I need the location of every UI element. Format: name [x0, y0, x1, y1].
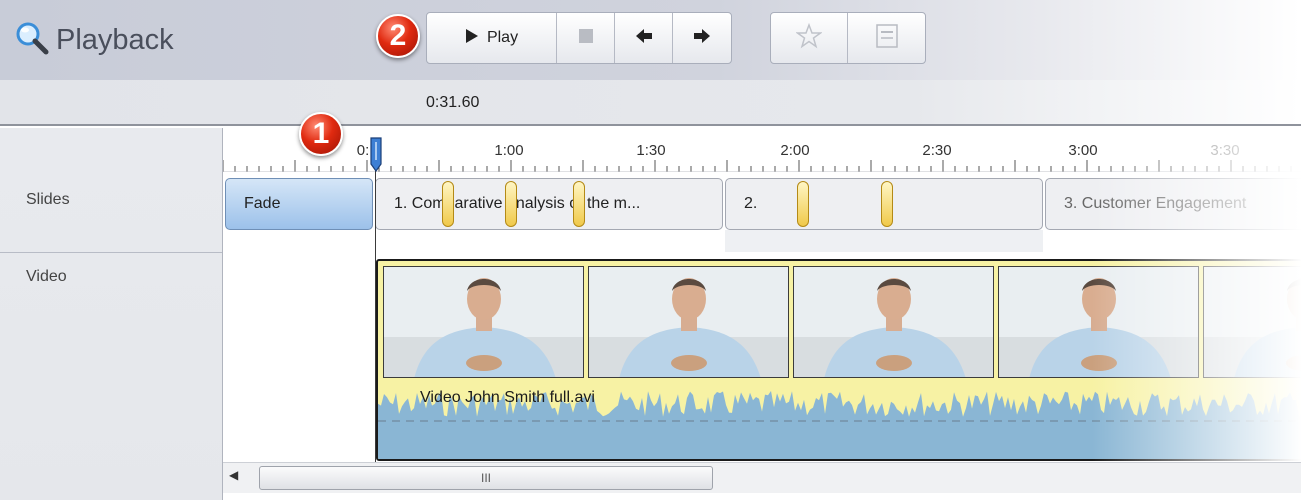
video-thumbnail [1203, 266, 1301, 378]
video-thumbnail [793, 266, 994, 378]
ruler-tick-label: 2:00 [780, 142, 810, 159]
next-button[interactable] [673, 13, 731, 63]
page-title: Playback [56, 23, 174, 56]
ruler-tick-label: 0: [356, 142, 370, 159]
ruler-tick-label: 3:30 [1210, 142, 1240, 159]
slide-clip-fade[interactable]: Fade [225, 178, 373, 230]
track-labels: Slides Video [0, 128, 222, 500]
slide-icon [875, 23, 898, 53]
video-thumbnail [588, 266, 789, 378]
star-icon [795, 22, 823, 54]
video-thumbnail [998, 266, 1199, 378]
magnifier-icon [14, 20, 50, 61]
timecode-bar: 0:31.60 [0, 80, 1301, 126]
slide-clip-3[interactable]: 3. Customer Engagement [1045, 178, 1301, 230]
slide-marker[interactable] [573, 181, 585, 227]
playhead-handle[interactable] [369, 136, 383, 177]
ruler-tick-label: 1:30 [636, 142, 666, 159]
playback-controls: Play [426, 12, 732, 64]
slide-marker[interactable] [505, 181, 517, 227]
timeline-area: Slides Video 0: 1:00 1:30 2:00 2:30 3:00… [0, 128, 1301, 500]
stop-button[interactable] [557, 13, 615, 63]
marker-controls [770, 12, 926, 64]
horizontal-scrollbar[interactable]: ◀ III [223, 462, 1301, 493]
arrow-left-icon [635, 28, 653, 49]
lane-divider [0, 252, 222, 253]
play-button-label: Play [486, 29, 519, 46]
play-icon [465, 28, 479, 49]
slide-marker[interactable] [881, 181, 893, 227]
video-thumbnail [383, 266, 584, 378]
ruler-tick-label: 1:00 [494, 142, 524, 159]
arrow-right-icon [693, 28, 711, 49]
time-ruler[interactable]: 0: 1:00 1:30 2:00 2:30 3:00 3:30 [223, 128, 1301, 172]
timeline[interactable]: 0: 1:00 1:30 2:00 2:30 3:00 3:30 Fade 1.… [222, 128, 1301, 500]
ruler-tick-label: 3:00 [1068, 142, 1098, 159]
track-label-slides: Slides [26, 191, 70, 208]
scroll-left-arrow[interactable]: ◀ [229, 468, 238, 482]
slide-marker[interactable] [797, 181, 809, 227]
playback-header: Playback 2 Play [0, 0, 1301, 80]
stop-icon [578, 28, 594, 49]
current-time: 0:31.60 [426, 94, 480, 111]
slide-view-button[interactable] [848, 13, 925, 63]
ruler-tick-label: 2:30 [922, 142, 952, 159]
scrollbar-thumb[interactable]: III [259, 466, 713, 490]
previous-button[interactable] [615, 13, 673, 63]
slide-marker[interactable] [442, 181, 454, 227]
slide-clip-1[interactable]: 1. Comparative analysis of the m... [375, 178, 723, 230]
video-clip-name: Video John Smith full.avi [420, 389, 595, 406]
track-label-video: Video [26, 268, 67, 285]
playback-title: Playback [14, 20, 174, 60]
ruler-ticks [223, 160, 1301, 172]
scrollbar-grip: III [480, 471, 491, 485]
favorite-button[interactable] [771, 13, 848, 63]
step-badge-1: 1 [299, 112, 343, 156]
video-clip[interactable]: Video John Smith full.avi [376, 259, 1301, 461]
step-badge-2: 2 [376, 14, 420, 58]
play-button[interactable]: Play [427, 13, 557, 63]
slide-lane-shade [725, 230, 1043, 252]
